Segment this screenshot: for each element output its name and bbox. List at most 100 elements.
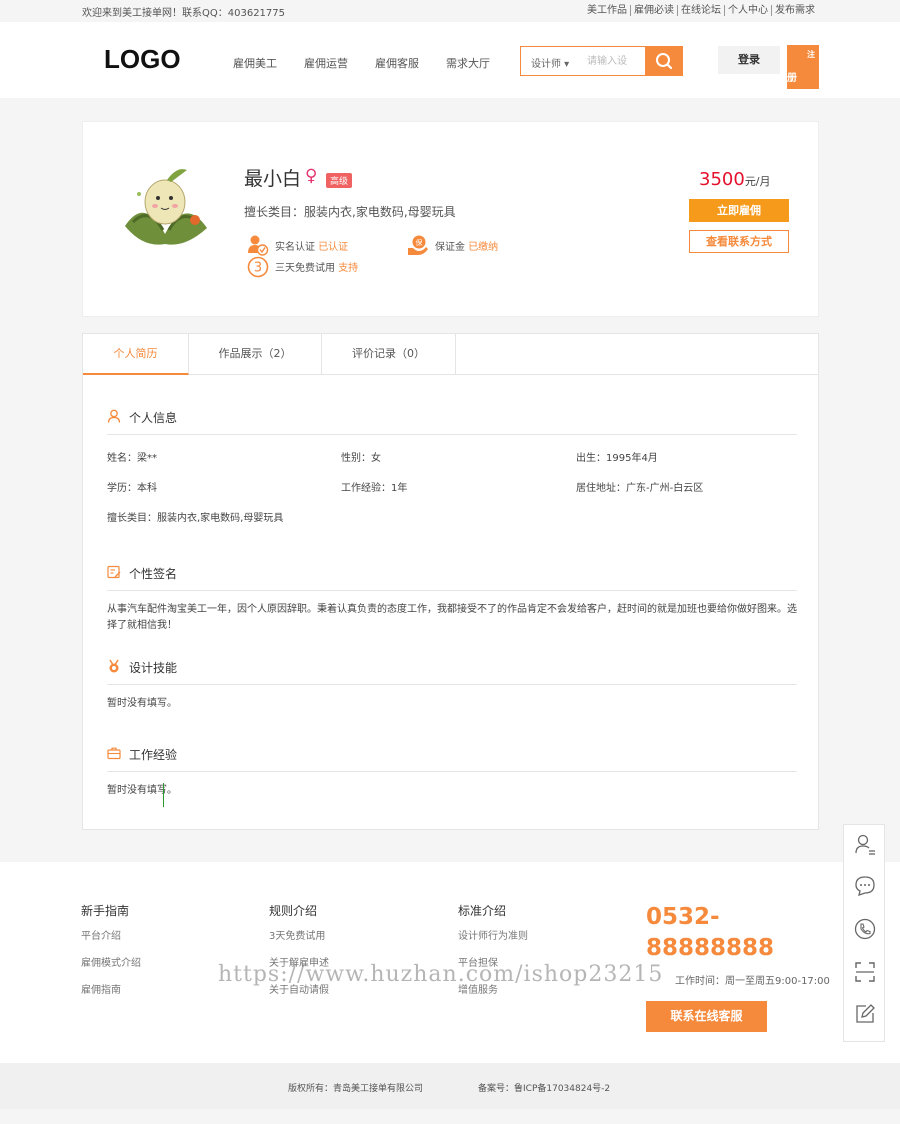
register-label-top: 注 — [807, 50, 815, 59]
search-input[interactable] — [587, 49, 643, 73]
footer-col-standards: 标准介绍 设计师行为准则 平台担保 增值服务 — [458, 902, 528, 1008]
tab-reviews[interactable]: 评价记录（0） — [322, 334, 456, 375]
deposit-status: 保证金 已缴纳 — [435, 238, 498, 253]
online-service-button[interactable]: 联系在线客服 — [646, 1001, 767, 1032]
tab-works[interactable]: 作品展示（2） — [189, 334, 322, 375]
register-button[interactable]: 注 册 — [787, 45, 819, 89]
section-title-info: 个人信息 — [129, 411, 178, 425]
realname-value: 已认证 — [318, 242, 349, 253]
good-at-categories: 擅长类目：服装内衣,家电数码,母婴玩具 — [244, 205, 456, 219]
section-title-skills: 设计技能 — [129, 661, 178, 675]
user-icon — [107, 409, 121, 423]
login-button[interactable]: 登录 — [718, 46, 780, 74]
nav-item-hire-operation[interactable]: 雇佣运营 — [304, 55, 348, 71]
signature-text: 从事汽车配件淘宝美工一年，因个人原因辞职。秉着认真负责的态度工作，我都接受不了的… — [107, 604, 797, 631]
field-experience: 工作经验：1年 — [341, 483, 408, 494]
footer-link[interactable]: 设计师行为准则 — [458, 927, 528, 954]
nav-item-hire-designer[interactable]: 雇佣美工 — [233, 55, 277, 71]
realname-status: 实名认证 已认证 — [275, 238, 348, 253]
free-trial-label: 三天免费试用 — [275, 263, 335, 274]
price-unit: 元/月 — [744, 175, 771, 188]
medal-icon — [109, 659, 119, 673]
top-link-post-demand[interactable]: 发布需求 — [771, 5, 818, 16]
top-link-user-center[interactable]: 个人中心 — [724, 5, 771, 16]
site-logo[interactable]: LOGO — [104, 44, 181, 75]
field-name: 姓名：梁** — [107, 453, 157, 464]
site-header: LOGO 雇佣美工 雇佣运营 雇佣客服 需求大厅 设计师 ▾ 登录 注 册 — [0, 22, 900, 98]
avatar — [125, 169, 207, 245]
tab-resume[interactable]: 个人简历 — [83, 334, 189, 375]
field-gender: 性别：女 — [341, 453, 381, 464]
field-birth: 出生：1995年4月 — [576, 453, 658, 464]
section-skills: 设计技能 — [107, 657, 797, 685]
free-trial-status: 三天免费试用 支持 — [275, 259, 358, 274]
field-address: 居住地址：广东-广州-白云区 — [576, 483, 704, 494]
svg-text:3: 3 — [254, 261, 262, 276]
profile-tabs: 个人简历 作品展示（2） 评价记录（0） — [83, 334, 818, 375]
skills-text: 暂时没有填写。 — [107, 698, 177, 709]
search-box: 设计师 ▾ — [520, 46, 683, 76]
nav-item-hire-service[interactable]: 雇佣客服 — [375, 55, 419, 71]
signature-icon — [107, 565, 121, 579]
deposit-value: 已缴纳 — [468, 242, 499, 253]
hotline-phone: 0532-88888888 — [646, 904, 775, 961]
free-trial-value: 支持 — [338, 263, 359, 274]
level-badge: 高级 — [326, 173, 353, 188]
top-link-works[interactable]: 美工作品 — [584, 5, 630, 16]
top-link-forum[interactable]: 在线论坛 — [677, 5, 724, 16]
section-signature: 个性签名 — [107, 563, 797, 591]
top-links: 美工作品 雇佣必读 在线论坛 个人中心 发布需求 — [584, 5, 818, 16]
scan-icon[interactable] — [854, 961, 876, 983]
footer-col-title: 标准介绍 — [458, 904, 507, 918]
work-experience-text: 暂时没有填写。 — [107, 785, 177, 796]
search-icon — [656, 53, 673, 70]
nav-item-demand-hall[interactable]: 需求大厅 — [446, 55, 490, 71]
watermark-text: https://www.huzhan.com/ishop23215 — [218, 962, 664, 987]
chat-icon[interactable] — [854, 875, 876, 897]
site-footer: 新手指南 平台介绍 雇佣模式介绍 雇佣指南 规则介绍 3天免费试用 关于解雇申述… — [0, 862, 900, 1063]
floating-toolbar — [843, 824, 885, 1042]
phone-icon[interactable] — [854, 918, 876, 940]
view-contact-button[interactable]: 查看联系方式 — [689, 230, 789, 253]
top-bar: 欢迎来到美工接单网！联系QQ：403621775 美工作品 雇佣必读 在线论坛 … — [0, 0, 900, 22]
female-icon: ♀ — [305, 166, 318, 186]
section-title-signature: 个性签名 — [129, 567, 178, 581]
section-work-experience: 工作经验 — [107, 744, 797, 772]
price-value: 3500 — [699, 169, 745, 190]
copyright-bar: 版权所有：青岛美工接单有限公司 备案号：鲁ICP备17034824号-2 — [0, 1063, 900, 1109]
resume-panel: 个人简历 作品展示（2） 评价记录（0） 个人信息 姓名：梁** 性别：女 出生… — [82, 333, 819, 830]
footer-link[interactable]: 雇佣模式介绍 — [81, 954, 141, 981]
main-nav: 雇佣美工 雇佣运营 雇佣客服 需求大厅 — [233, 55, 517, 71]
footer-link[interactable]: 平台介绍 — [81, 927, 141, 954]
realname-verified-icon — [248, 235, 269, 256]
footer-col-guide: 新手指南 平台介绍 雇佣模式介绍 雇佣指南 — [81, 902, 141, 1008]
edit-feedback-icon[interactable] — [854, 1003, 876, 1025]
footer-col-title: 规则介绍 — [269, 904, 318, 918]
section-title-work: 工作经验 — [129, 748, 178, 762]
search-type-select[interactable]: 设计师 ▾ — [531, 55, 569, 70]
top-link-must-read[interactable]: 雇佣必读 — [630, 5, 677, 16]
footer-link[interactable]: 雇佣指南 — [81, 981, 141, 1008]
briefcase-icon — [107, 747, 121, 760]
section-personal-info: 个人信息 — [107, 407, 797, 435]
search-button[interactable] — [645, 46, 683, 76]
field-education: 学历：本科 — [107, 483, 157, 494]
field-category: 擅长类目：服装内衣,家电数码,母婴玩具 — [107, 513, 284, 524]
footer-col-title: 新手指南 — [81, 904, 130, 918]
deposit-label: 保证金 — [435, 242, 465, 253]
copyright-text: 版权所有：青岛美工接单有限公司 — [288, 1084, 424, 1094]
hire-now-button[interactable]: 立即雇佣 — [689, 199, 789, 222]
footer-link[interactable]: 3天免费试用 — [269, 927, 329, 954]
user-profile-icon[interactable] — [854, 833, 876, 855]
text-cursor — [163, 783, 164, 807]
icp-number: 备案号：鲁ICP备17034824号-2 — [478, 1084, 611, 1094]
realname-label: 实名认证 — [275, 242, 315, 253]
deposit-icon: 保 — [408, 235, 428, 255]
welcome-text: 欢迎来到美工接单网！联系QQ：403621775 — [82, 8, 286, 19]
designer-name: 最小白 — [244, 168, 302, 190]
footer-col-rules: 规则介绍 3天免费试用 关于解雇申述 关于自动请假 — [269, 902, 329, 1008]
designer-profile-card: 最小白 ♀ 高级 擅长类目：服装内衣,家电数码,母婴玩具 实名认证 已认证 保 … — [82, 121, 819, 317]
register-label-bottom: 册 — [787, 73, 797, 84]
free-trial-icon: 3 — [247, 256, 269, 278]
svg-text:保: 保 — [416, 238, 423, 247]
